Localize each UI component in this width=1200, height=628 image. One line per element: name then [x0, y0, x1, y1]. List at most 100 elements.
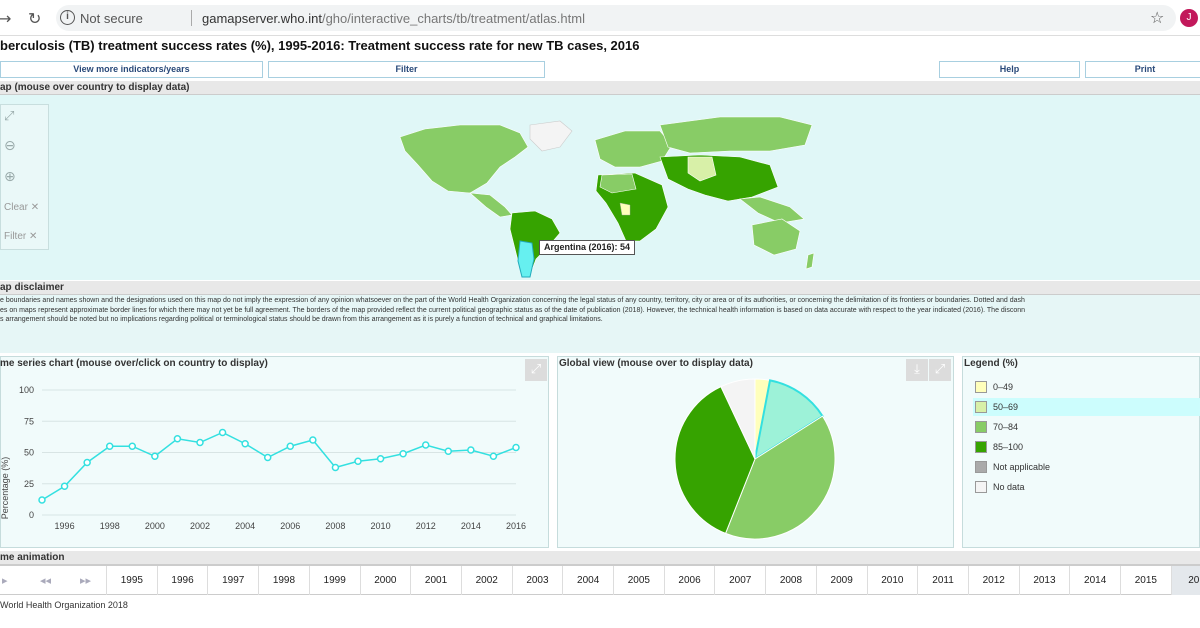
year-cell-1996[interactable]: 1996	[156, 566, 208, 595]
australia-shape	[751, 218, 801, 256]
info-icon[interactable]: i	[60, 10, 75, 25]
y-tick-label: 50	[24, 448, 34, 458]
x-tick-label: 2008	[325, 521, 345, 531]
y-tick-label: 0	[29, 510, 34, 520]
russia-shape	[659, 116, 813, 154]
legend-swatch	[975, 441, 987, 453]
view-more-button[interactable]: View more indicators/years	[0, 61, 263, 78]
year-cell-2000[interactable]: 2000	[359, 566, 411, 595]
y-axis-ticks: 0 25 50 75 100	[19, 385, 34, 520]
help-button[interactable]: Help	[939, 61, 1080, 78]
global-pie-chart[interactable]	[557, 370, 954, 548]
year-cell-2007[interactable]: 2007	[714, 566, 765, 595]
data-point	[489, 452, 498, 460]
print-button[interactable]: Print	[1085, 61, 1200, 78]
year-cell-2014[interactable]: 2014	[1069, 566, 1120, 595]
legend-item[interactable]: 50–69	[973, 398, 1200, 416]
legend-swatch	[975, 381, 987, 393]
series-points	[38, 428, 520, 504]
data-point	[218, 428, 227, 437]
year-cell-2006[interactable]: 2006	[663, 566, 715, 595]
arrow-left-icon[interactable]: →	[0, 9, 11, 28]
legend-item[interactable]: 0–49	[973, 378, 1200, 396]
star-icon[interactable]: ☆	[1150, 8, 1164, 27]
zoom-in-icon[interactable]: ⊕	[4, 169, 16, 185]
map-tooltip: Argentina (2016): 54	[539, 240, 636, 255]
year-cell-2009[interactable]: 2009	[815, 566, 867, 595]
southern-africa-yellow	[619, 202, 631, 216]
year-cell-2004[interactable]: 2004	[562, 566, 613, 595]
year-cell-2010[interactable]: 2010	[866, 566, 918, 595]
x-tick-label: 2016	[506, 521, 526, 531]
legend-item[interactable]: 85–100	[973, 438, 1200, 456]
zoom-out-icon[interactable]: ⊖	[4, 138, 16, 154]
year-cell-1998[interactable]: 1998	[258, 566, 309, 595]
filter-label: Filter	[4, 231, 27, 242]
legend-item[interactable]: No data	[973, 478, 1200, 496]
security-label: Not secure	[80, 11, 143, 26]
year-cell-2008[interactable]: 2008	[765, 566, 816, 595]
year-cell-1997[interactable]: 1997	[207, 566, 258, 595]
close-icon[interactable]: ✕	[31, 202, 39, 213]
browser-toolbar: → ↻ i Not secure gamapserver.who.int/gho…	[0, 0, 1200, 36]
year-cell-1999[interactable]: 1999	[308, 566, 360, 595]
disclaimer-header: ap disclaimer	[0, 281, 1200, 295]
data-point	[331, 463, 340, 472]
data-point	[263, 453, 272, 462]
year-cell-201[interactable]: 201	[1170, 566, 1200, 595]
url-path: /gho/interactive_charts/tb/treatment/atl…	[321, 11, 585, 26]
year-cell-2001[interactable]: 2001	[410, 566, 461, 595]
filter-button[interactable]: Filter	[268, 61, 545, 78]
y-axis-label: Percentage (%)	[0, 457, 10, 520]
play-icon[interactable]: ▸	[2, 566, 8, 595]
disclaimer-line: e boundaries and names shown and the des…	[0, 297, 1025, 304]
disclaimer-text: e boundaries and names shown and the des…	[0, 295, 1200, 353]
close-icon[interactable]: ✕	[29, 231, 37, 242]
x-tick-label: 2010	[371, 521, 391, 531]
x-tick-label: 2012	[416, 521, 436, 531]
central-america-shape	[469, 192, 513, 218]
legend-item[interactable]: Not applicable	[973, 458, 1200, 476]
x-tick-label: 2014	[461, 521, 481, 531]
legend-label: 70–84	[993, 422, 1019, 432]
year-cell-2002[interactable]: 2002	[460, 566, 512, 595]
asia-shape	[659, 154, 779, 202]
data-point	[399, 450, 407, 458]
x-tick-label: 1996	[55, 521, 75, 531]
data-point	[444, 447, 453, 455]
year-cell-2011[interactable]: 2011	[917, 566, 968, 595]
legend-label: No data	[993, 482, 1025, 492]
legend-label: 50–69	[993, 402, 1019, 412]
time-series-chart[interactable]: 0 25 50 75 100 1996 1998 2000 2002 2004 2006 2008 2…	[0, 370, 548, 545]
year-cell-2013[interactable]: 2013	[1018, 566, 1070, 595]
filter-map-button[interactable]: Filter ✕	[4, 231, 37, 242]
greenland-shape	[529, 120, 573, 152]
year-cell-2005[interactable]: 2005	[613, 566, 664, 595]
data-point	[309, 436, 317, 444]
url-text[interactable]: gamapserver.who.int/gho/interactive_char…	[202, 11, 585, 26]
year-cell-2012[interactable]: 2012	[967, 566, 1019, 595]
clear-button[interactable]: Clear ✕	[4, 202, 39, 213]
data-point	[173, 435, 182, 443]
year-cell-2003[interactable]: 2003	[511, 566, 563, 595]
avatar[interactable]: J	[1180, 9, 1198, 27]
separator	[191, 10, 192, 26]
step-forward-icon[interactable]: ▸▸	[80, 566, 91, 595]
y-tick-label: 25	[24, 479, 34, 489]
address-bar[interactable]: i Not secure gamapserver.who.int/gho/int…	[56, 5, 1176, 31]
data-point	[151, 452, 159, 460]
southeast-asia-shape	[739, 196, 805, 224]
reload-icon[interactable]: ↻	[28, 9, 41, 28]
legend-label: 0–49	[993, 382, 1014, 392]
fullscreen-icon[interactable]: ⤢	[4, 109, 14, 124]
year-cell-1995[interactable]: 1995	[106, 566, 157, 595]
year-cell-2015[interactable]: 2015	[1120, 566, 1171, 595]
x-tick-label: 2004	[235, 521, 255, 531]
map-header: ap (mouse over country to display data)	[0, 81, 1200, 95]
data-point	[512, 443, 520, 452]
data-point	[60, 482, 69, 490]
argentina-shape	[517, 240, 535, 278]
legend-swatch	[975, 481, 987, 493]
step-back-icon[interactable]: ◂◂	[40, 566, 51, 595]
legend-item[interactable]: 70–84	[973, 418, 1200, 436]
